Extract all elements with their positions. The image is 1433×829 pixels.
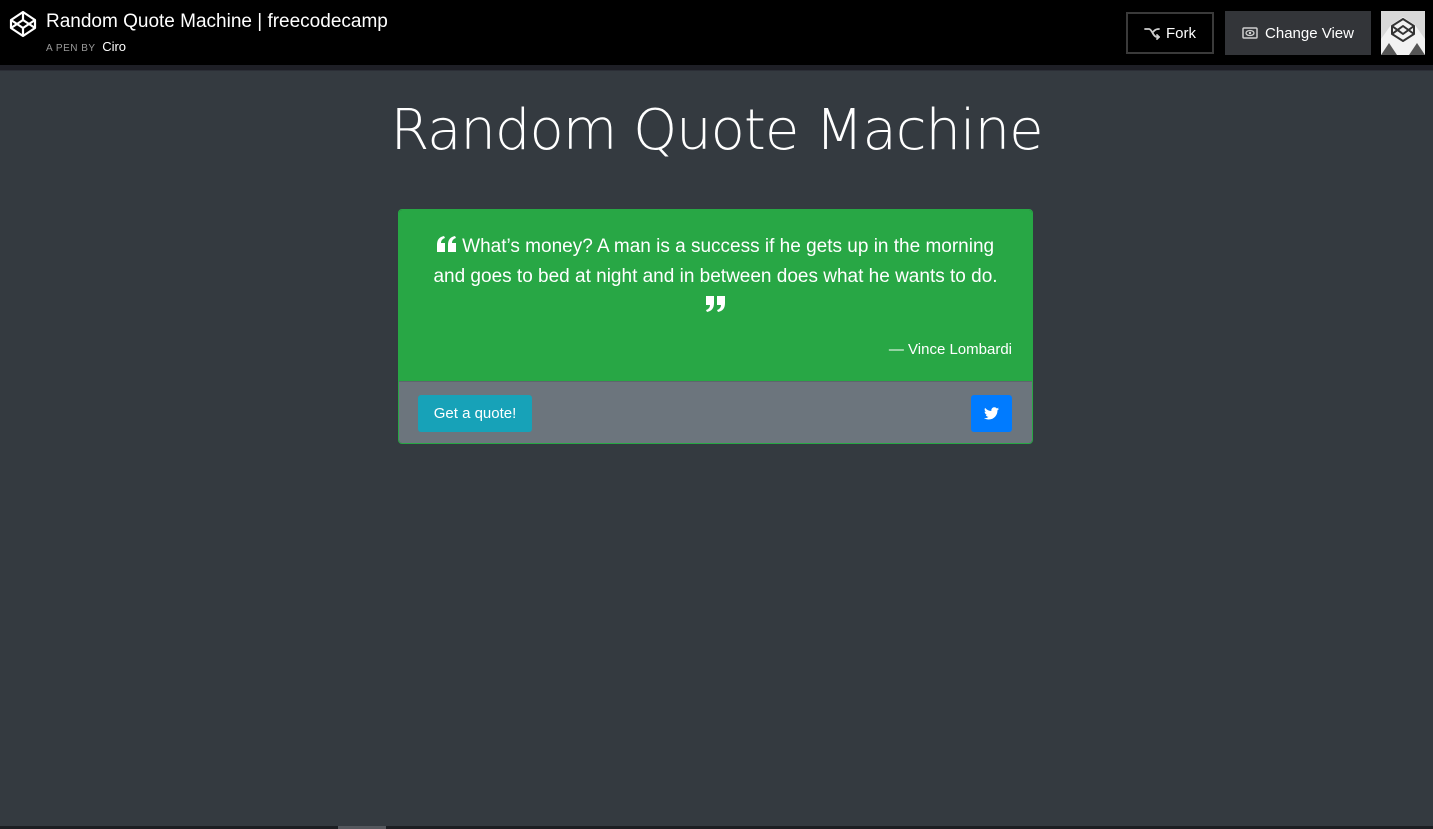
eye-icon — [1242, 27, 1258, 39]
quote-left-icon — [436, 235, 456, 252]
change-view-button[interactable]: Change View — [1225, 11, 1371, 55]
quote-box: What’s money? A man is a success if he g… — [398, 209, 1033, 444]
pen-byline: A PEN BY Ciro — [46, 39, 126, 57]
quote-text-block: What’s money? A man is a success if he g… — [421, 232, 1010, 322]
byline-prefix: A PEN BY — [46, 43, 96, 54]
tweet-button[interactable] — [971, 395, 1012, 432]
page-title: Random Quote Machine — [390, 98, 1043, 163]
quote-footer: Get a quote! — [399, 381, 1032, 443]
pen-title: Random Quote Machine | freecodecamp — [46, 11, 388, 32]
quote-text: What’s money? A man is a success if he g… — [433, 236, 998, 287]
get-quote-button[interactable]: Get a quote! — [418, 395, 532, 432]
header-divider — [0, 65, 1433, 71]
user-avatar[interactable] — [1381, 11, 1425, 55]
codepen-header: Random Quote Machine | freecodecamp A PE… — [0, 0, 1433, 65]
fork-label: Fork — [1166, 24, 1196, 42]
quote-right-icon — [705, 295, 725, 312]
fork-icon — [1144, 28, 1160, 40]
change-view-label: Change View — [1265, 24, 1354, 42]
fork-button[interactable]: Fork — [1126, 12, 1214, 54]
avatar-image — [1381, 11, 1425, 55]
twitter-icon — [984, 407, 999, 420]
quote-body: What’s money? A man is a success if he g… — [399, 210, 1032, 381]
author-link[interactable]: Ciro — [102, 39, 126, 54]
codepen-logo-icon[interactable] — [9, 10, 37, 38]
quote-author: — Vince Lombardi — [888, 341, 1012, 358]
